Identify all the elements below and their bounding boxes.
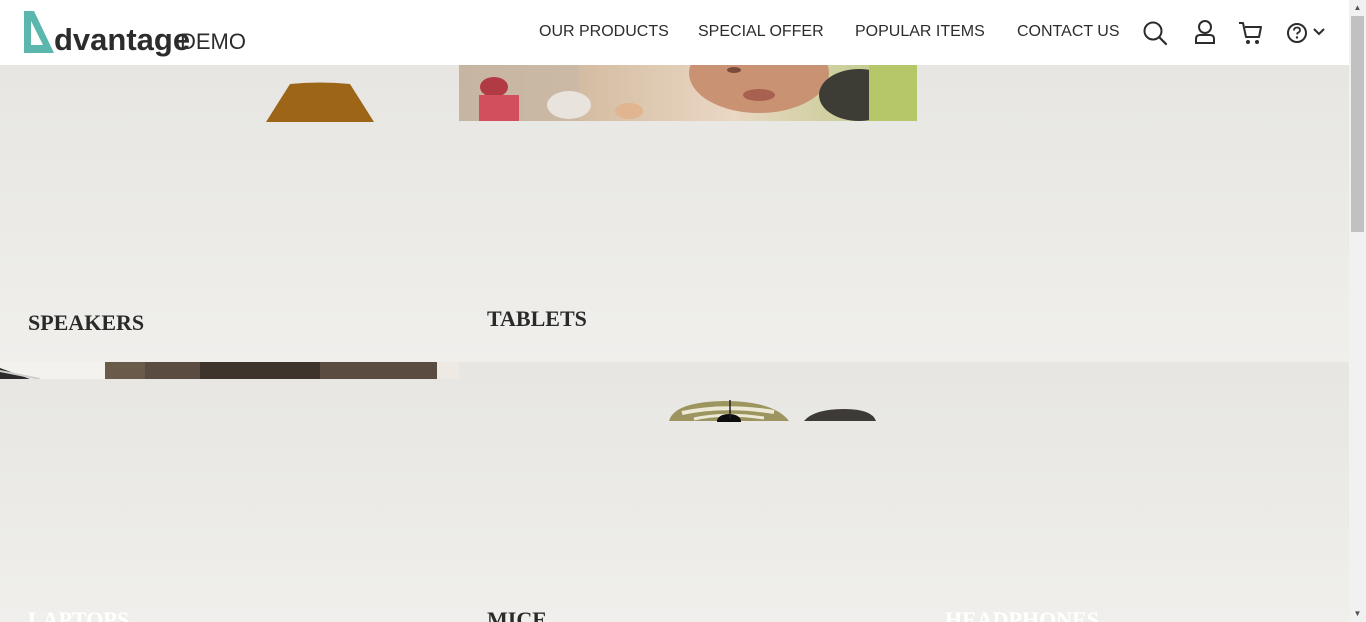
site-header: dvantage DEMO OUR PRODUCTS SPECIAL OFFER… — [0, 0, 1349, 65]
nav-special-offer[interactable]: SPECIAL OFFER — [698, 23, 824, 41]
chevron-down-icon[interactable] — [1312, 27, 1326, 37]
user-icon[interactable] — [1194, 19, 1216, 45]
category-label-laptops[interactable]: LAPTOPS — [28, 607, 129, 622]
category-label-headphones[interactable]: HEADPHONES — [945, 607, 1099, 622]
search-icon[interactable] — [1142, 20, 1168, 46]
laptop-image — [0, 362, 459, 379]
page-scrollbar[interactable]: ▲ ▼ — [1349, 0, 1366, 622]
help-icon[interactable] — [1286, 22, 1308, 44]
tablet-lifestyle-image — [459, 65, 917, 121]
cart-icon[interactable] — [1238, 20, 1264, 46]
nav-popular-items[interactable]: POPULAR ITEMS — [855, 23, 985, 41]
logo-mark-icon — [24, 11, 54, 53]
brand-suffix: DEMO — [180, 29, 246, 54]
category-tile-speakers[interactable]: SPEAKERS — [0, 65, 459, 362]
scroll-down-arrow-icon[interactable]: ▼ — [1349, 606, 1366, 622]
nav-contact-us[interactable]: CONTACT US — [1017, 23, 1120, 41]
scroll-up-arrow-icon[interactable]: ▲ — [1349, 0, 1366, 16]
speaker-image — [266, 82, 374, 122]
category-label-mice[interactable]: MICE — [487, 607, 547, 622]
nav-our-products[interactable]: OUR PRODUCTS — [539, 23, 669, 41]
scrollbar-thumb[interactable] — [1351, 16, 1364, 232]
category-tile-laptops[interactable]: LAPTOPS — [0, 362, 459, 622]
brand-name: dvantage — [54, 22, 191, 57]
category-label-tablets[interactable]: TABLETS — [487, 306, 587, 332]
mouse-image — [669, 400, 876, 422]
category-tile-tablets[interactable]: TABLETS — [459, 65, 917, 362]
category-tile-mice[interactable]: MICE — [459, 362, 917, 622]
category-label-speakers[interactable]: SPEAKERS — [28, 310, 144, 336]
category-tile-headphones[interactable]: HEADPHONES — [917, 362, 1349, 622]
category-tile-empty — [917, 65, 1349, 362]
